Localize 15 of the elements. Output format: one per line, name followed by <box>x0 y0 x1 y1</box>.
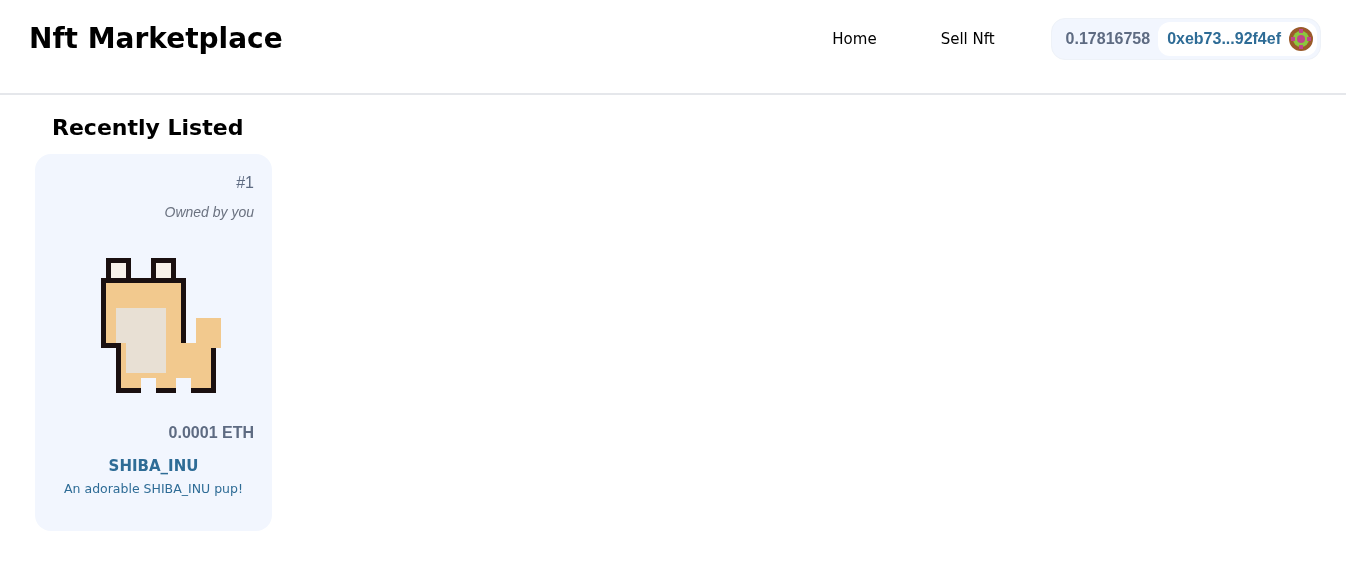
nft-card[interactable]: #1 Owned by you 0.0001 ETH SHIBA_INU An adorable SHIBA_INU pup! <box>35 154 272 531</box>
wallet-address[interactable]: 0xeb73...92f4ef <box>1158 21 1317 56</box>
nft-description: An adorable SHIBA_INU pup! <box>63 481 244 496</box>
avatar-icon <box>1289 26 1313 51</box>
wallet-button[interactable]: 0.17816758 0xeb73...92f4ef <box>1050 17 1321 60</box>
nav-link[interactable]: Home <box>800 21 909 56</box>
nav-link[interactable]: Sell Nft <box>908 21 1027 56</box>
section-title: Recently Listed <box>52 115 245 140</box>
wallet-balance: 0.17816758 <box>1065 29 1151 48</box>
site-title: Nft Marketplace <box>29 22 283 55</box>
owner-label: Owned by you <box>163 204 254 220</box>
token-id: #1 <box>235 174 254 192</box>
address-text: 0xeb73...92f4ef <box>1167 29 1281 48</box>
price-label: 0.0001 ETH <box>167 424 254 442</box>
nft-name: SHIBA_INU <box>107 457 200 475</box>
